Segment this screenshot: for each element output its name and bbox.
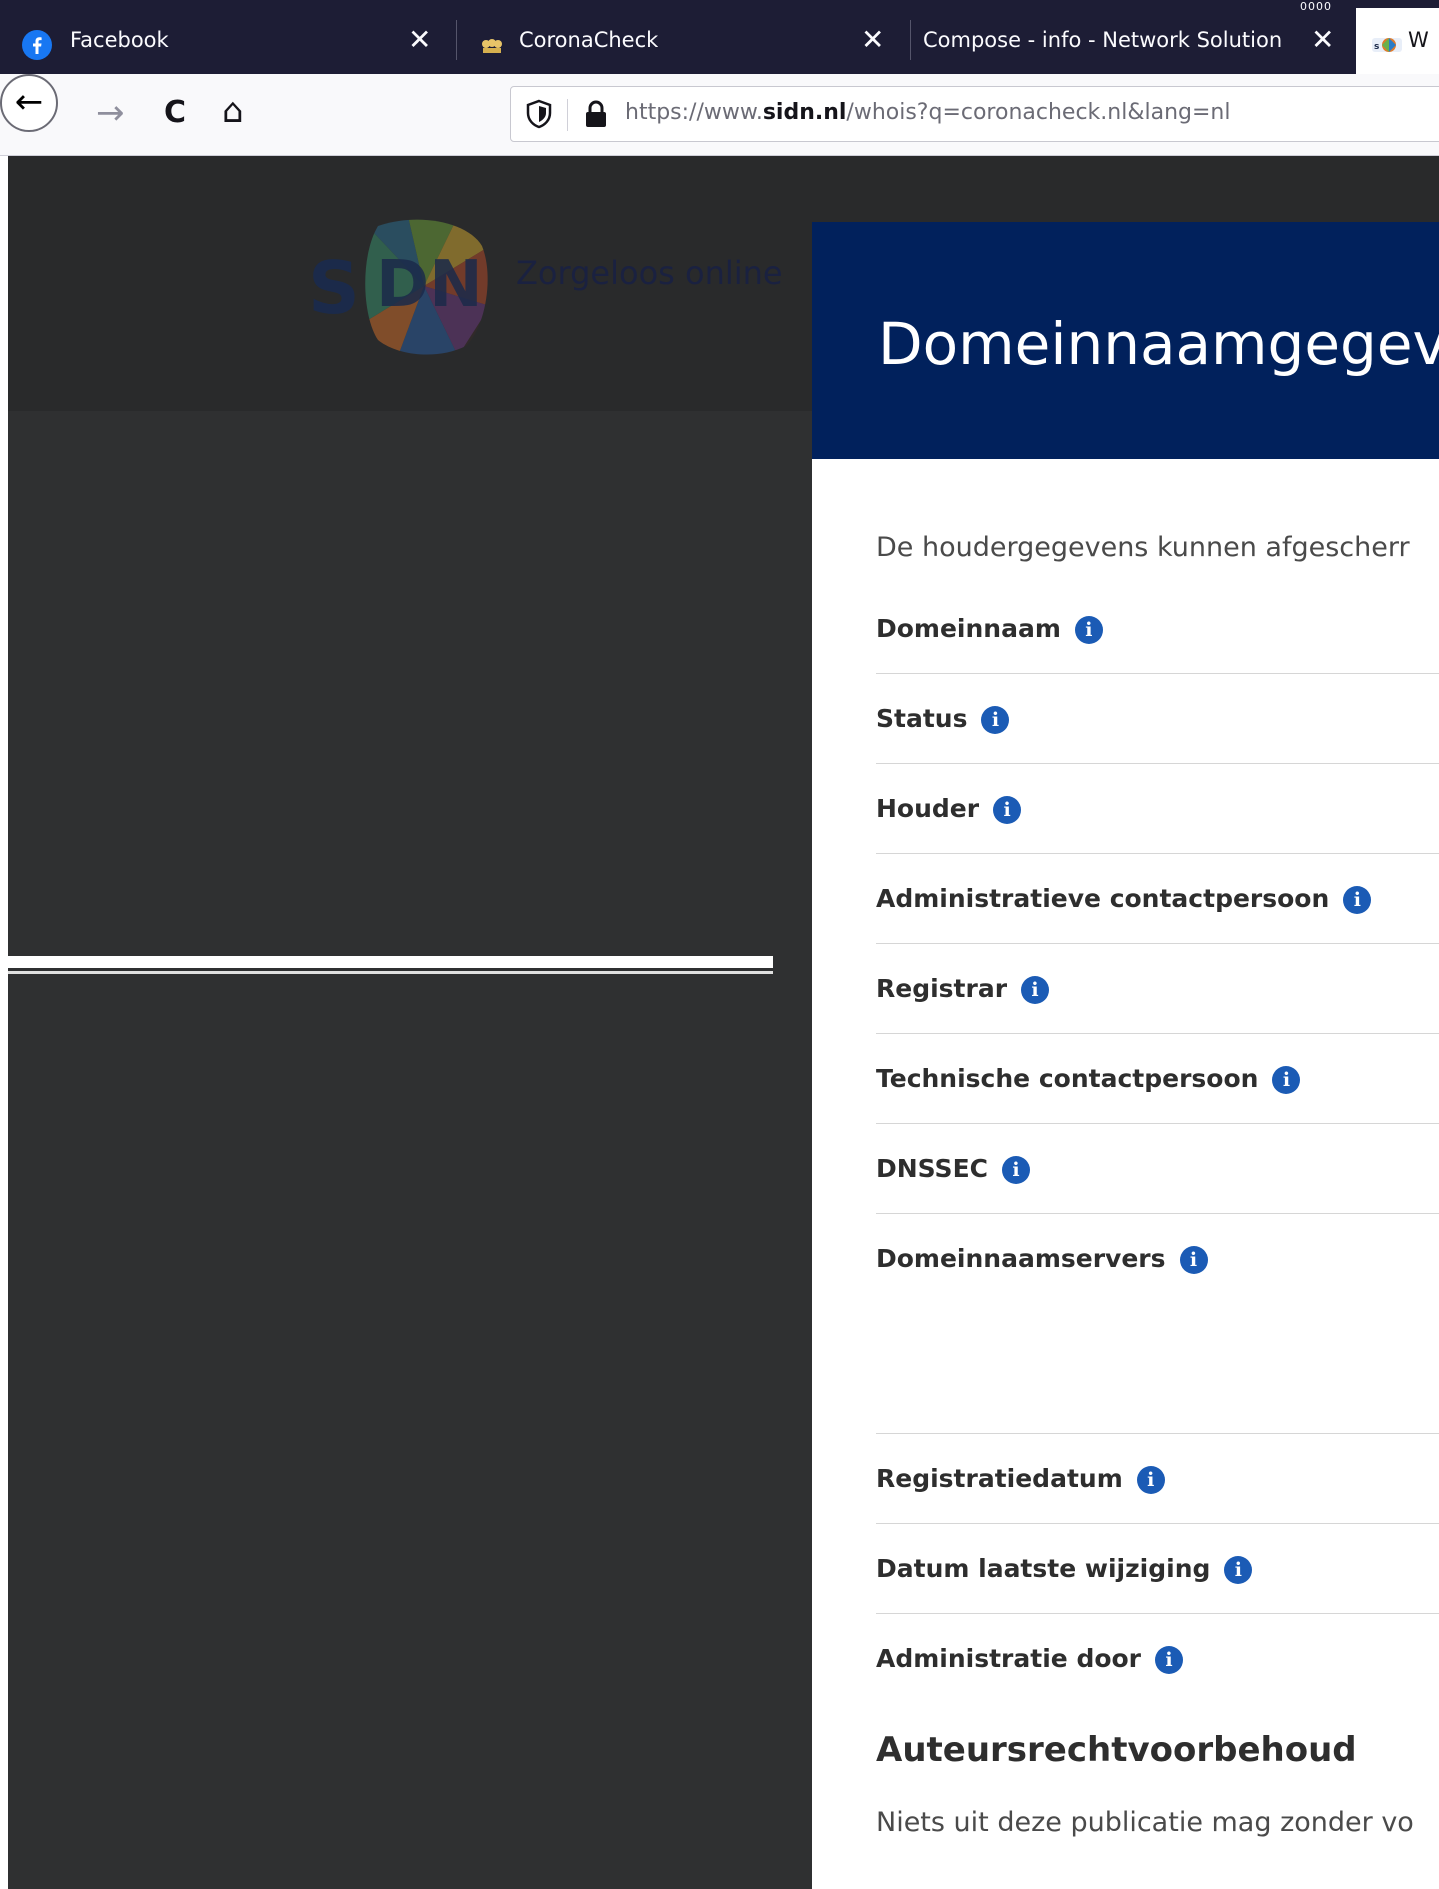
field-label: DNSSEC i (876, 1154, 1030, 1184)
logo-tagline: Zorgeloos online (516, 254, 783, 292)
sidn-logo[interactable]: S DN Zorgeloos online (308, 216, 783, 356)
field-row-domeinnaamservers: Domeinnaamservers i (876, 1214, 1439, 1434)
tab-coronacheck[interactable]: CoronaCheck ✕ (457, 8, 909, 74)
field-label-text: Datum laatste wijziging (876, 1554, 1211, 1583)
url-bar-separator (567, 99, 568, 131)
close-tab-icon[interactable]: ✕ (1311, 26, 1334, 54)
field-row-houder: Houder i (876, 764, 1439, 854)
tab-bar: 0000 Facebook ✕ CoronaCheck ✕ Compose - … (0, 0, 1439, 74)
info-icon[interactable]: i (1272, 1066, 1301, 1094)
field-label-text: Registrar (876, 974, 1008, 1003)
tab-label: W (1408, 28, 1429, 52)
field-label: Domeinnaamservers i (876, 1244, 1208, 1274)
info-icon[interactable]: i (1021, 976, 1050, 1004)
field-row-administratieve-contactpersoon: Administratieve contactpersoon i (876, 854, 1439, 944)
tab-bar-top (0, 0, 1439, 8)
info-icon[interactable]: i (1155, 1646, 1184, 1674)
info-icon[interactable]: i (1002, 1156, 1030, 1184)
field-row-administratie-door: Administratie door i (876, 1614, 1439, 1704)
field-label-text: Houder (876, 794, 980, 823)
back-button[interactable]: ← (0, 74, 58, 132)
card-banner: Domeinnaamgegev (812, 222, 1439, 459)
field-label-text: DNSSEC (876, 1154, 988, 1183)
field-label: Status i (876, 704, 1010, 734)
info-icon[interactable]: i (1224, 1556, 1253, 1584)
page-title: Domeinnaamgegev (878, 310, 1439, 378)
reload-button[interactable]: C (164, 96, 186, 130)
url-domain: sidn.nl (762, 100, 847, 125)
tab-label: CoronaCheck (519, 28, 659, 52)
close-tab-icon[interactable]: ✕ (408, 26, 431, 54)
url-scheme: https://www. (625, 100, 763, 125)
field-label: Administratieve contactpersoon i (876, 884, 1372, 914)
tracking-protection-shield-icon[interactable] (525, 99, 553, 129)
left-edge-strip (0, 156, 8, 1889)
field-label-text: Administratieve contactpersoon (876, 884, 1330, 913)
lock-icon[interactable] (583, 99, 609, 129)
page-content: S DN Zorgeloos online Domeinnaamgegev De… (0, 156, 1439, 1889)
url-bar[interactable]: https://www.sidn.nl/whois?q=coronacheck.… (510, 86, 1439, 142)
field-row-technische-contactpersoon: Technische contactpersoon i (876, 1034, 1439, 1124)
field-label: Datum laatste wijziging i (876, 1554, 1253, 1584)
field-label: Registratiedatum i (876, 1464, 1165, 1494)
copyright-heading: Auteursrechtvoorbehoud (876, 1730, 1357, 1770)
sidn-icon: s (1372, 38, 1402, 52)
field-label: Registrar i (876, 974, 1050, 1004)
copyright-text: Niets uit deze publicatie mag zonder vo (876, 1807, 1414, 1838)
url-text[interactable]: https://www.sidn.nl/whois?q=coronacheck.… (625, 100, 1231, 125)
tab-sidn-whois[interactable]: s W (1356, 8, 1439, 74)
field-row-registratiedatum: Registratiedatum i (876, 1434, 1439, 1524)
field-row-datum-laatste-wijziging: Datum laatste wijziging i (876, 1524, 1439, 1614)
svg-text:s: s (1374, 42, 1379, 52)
field-label: Technische contactpersoon i (876, 1064, 1301, 1094)
logo-letter: S (308, 246, 360, 330)
field-label-text: Domeinnaamservers (876, 1244, 1166, 1273)
field-row-registrar: Registrar i (876, 944, 1439, 1034)
whois-card: Domeinnaamgegev De houdergegevens kunnen… (812, 222, 1439, 1889)
tab-facebook[interactable]: Facebook ✕ (0, 8, 455, 74)
field-label: Administratie door i (876, 1644, 1184, 1674)
sidn-logo-mark-icon: DN (365, 219, 488, 355)
info-icon[interactable]: i (993, 796, 1022, 824)
url-path: /whois?q=coronacheck.nl&lang=nl (846, 100, 1231, 125)
tab-label: Compose - info - Network Solution (923, 28, 1283, 52)
field-label-text: Status (876, 704, 968, 733)
field-label-text: Administratie door (876, 1644, 1142, 1673)
tab-compose[interactable]: Compose - info - Network Solution ✕ (911, 8, 1351, 74)
svg-text:DN: DN (376, 248, 483, 322)
info-icon[interactable]: i (1136, 1466, 1165, 1494)
field-row-dnssec: DNSSEC i (876, 1124, 1439, 1214)
info-icon[interactable]: i (1074, 616, 1103, 644)
home-button[interactable]: ⌂ (222, 94, 244, 128)
tab-label: Facebook (70, 28, 169, 52)
intro-text: De houdergegevens kunnen afgescherr (876, 532, 1410, 563)
facebook-icon (22, 30, 52, 60)
white-divider (8, 956, 773, 968)
field-label-text: Technische contactpersoon (876, 1064, 1259, 1093)
forward-button[interactable]: → (96, 96, 125, 130)
rijksoverheid-icon (480, 38, 504, 54)
field-label-text: Registratiedatum (876, 1464, 1123, 1493)
field-row-domeinnaam: Domeinnaam i (876, 584, 1439, 674)
close-tab-icon[interactable]: ✕ (861, 26, 884, 54)
white-divider-line (8, 971, 773, 974)
info-icon[interactable]: i (1179, 1246, 1208, 1274)
field-label: Domeinnaam i (876, 614, 1103, 644)
field-row-status: Status i (876, 674, 1439, 764)
field-label: Houder i (876, 794, 1022, 824)
field-label-text: Domeinnaam (876, 614, 1061, 643)
navigation-toolbar: ← → C ⌂ https://www.sidn.nl/whois?q=coro… (0, 74, 1439, 156)
info-icon[interactable]: i (981, 706, 1010, 734)
info-icon[interactable]: i (1343, 886, 1372, 914)
